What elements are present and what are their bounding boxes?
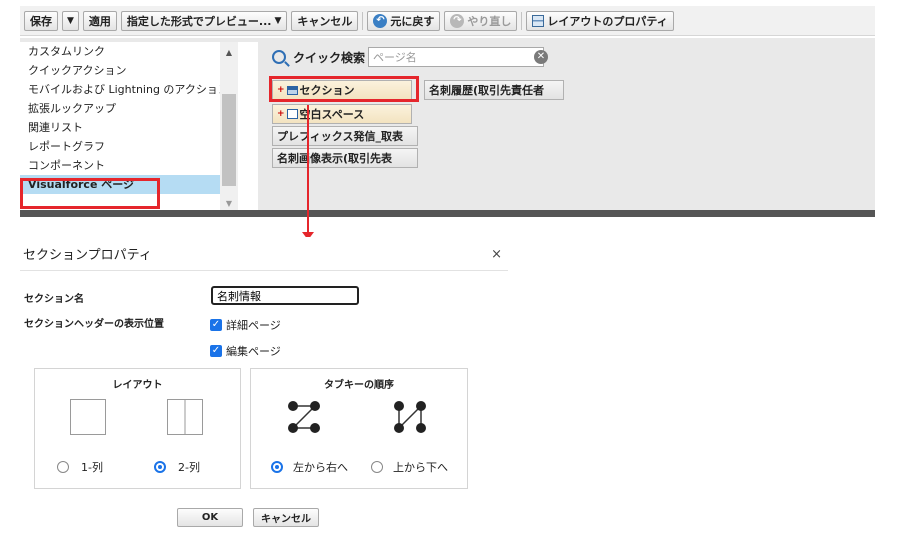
- redo-icon: ↷: [450, 13, 465, 28]
- clear-search-icon[interactable]: ✕: [534, 50, 548, 64]
- header-position-label: セクションヘッダーの表示位置: [24, 319, 164, 330]
- palette-item-blank-space[interactable]: + 空白スペース: [272, 104, 412, 124]
- layout-properties-icon: [532, 14, 545, 27]
- tab-order-panel: タブキーの順序 左から右へ 上から下へ: [250, 368, 468, 489]
- section-highlight-box: [269, 76, 419, 102]
- left-to-right-order-icon[interactable]: [285, 399, 323, 435]
- radio-1col[interactable]: [57, 461, 69, 473]
- palette-item-card-history[interactable]: 名刺履歴(取引先責任者: [424, 80, 564, 100]
- chevron-down-icon: ▼: [274, 15, 282, 26]
- edit-page-label: 編集ページ: [226, 345, 281, 358]
- cancel-button[interactable]: キャンセル: [291, 10, 359, 31]
- cancel-button-label: キャンセル: [297, 14, 353, 28]
- apply-button-label: 適用: [88, 14, 111, 28]
- tab-order-panel-title: タブキーの順序: [324, 380, 394, 391]
- undo-icon: ↶: [373, 13, 388, 28]
- dialog-header: セクションプロパティ ×: [20, 237, 508, 271]
- quick-search: クイック検索: [272, 47, 545, 67]
- category-scrollbar[interactable]: ▲ ▼: [220, 42, 238, 210]
- drag-plus-icon: +: [277, 109, 285, 119]
- one-column-icon[interactable]: [70, 399, 106, 435]
- detail-page-checkbox-row[interactable]: ✓ 詳細ページ: [210, 317, 281, 333]
- save-button[interactable]: 保存: [24, 10, 58, 31]
- layout-option-1col[interactable]: 1-列: [57, 459, 103, 475]
- layout-properties-label: レイアウトのプロパティ: [547, 14, 668, 28]
- preview-button-label: 指定した形式でプレビュー...: [126, 14, 272, 28]
- undo-button-label: 元に戻す: [390, 14, 435, 28]
- quick-search-input[interactable]: [368, 47, 545, 67]
- layout-option-2col-label: 2-列: [178, 461, 200, 474]
- tab-order-tb-label: 上から下へ: [393, 461, 448, 474]
- section-name-input[interactable]: [211, 286, 359, 305]
- ok-button[interactable]: OK: [177, 508, 243, 527]
- palette-item-label: プレフィックス発信_取表: [277, 130, 403, 143]
- scroll-up-icon[interactable]: ▲: [220, 48, 238, 57]
- top-to-bottom-order-icon[interactable]: [391, 399, 429, 435]
- toolbar-divider: [521, 11, 523, 30]
- visualforce-highlight-box: [20, 178, 160, 209]
- tab-order-left-to-right[interactable]: 左から右へ: [271, 459, 348, 475]
- edit-page-checkbox[interactable]: ✓: [210, 345, 222, 357]
- tab-order-top-to-bottom[interactable]: 上から下へ: [371, 459, 448, 475]
- radio-left-to-right[interactable]: [271, 461, 283, 473]
- layout-option-1col-label: 1-列: [81, 461, 103, 474]
- field-palette: カスタムリンク クイックアクション モバイルおよび Lightning のアクシ…: [20, 38, 875, 217]
- close-icon[interactable]: ×: [491, 247, 502, 262]
- two-column-icon[interactable]: [167, 399, 203, 435]
- apply-button[interactable]: 適用: [82, 10, 117, 31]
- toolbar-divider: [362, 11, 364, 30]
- dialog-cancel-button[interactable]: キャンセル: [253, 508, 319, 527]
- layout-properties-button[interactable]: レイアウトのプロパティ: [526, 10, 674, 31]
- redo-button-label: やり直し: [467, 14, 512, 28]
- search-icon: [272, 50, 286, 64]
- palette-item-label: 名刺履歴(取引先責任者: [429, 84, 545, 97]
- radio-2col[interactable]: [154, 461, 166, 473]
- palette-item-card-image[interactable]: 名刺画像表示(取引先表: [272, 148, 418, 168]
- palette-item-label: 名刺画像表示(取引先表: [277, 152, 393, 165]
- undo-button[interactable]: ↶ 元に戻す: [367, 10, 441, 31]
- scroll-thumb[interactable]: [222, 94, 236, 186]
- section-name-label: セクション名: [24, 294, 84, 305]
- blank-space-icon: [286, 109, 298, 119]
- edit-page-checkbox-row[interactable]: ✓ 編集ページ: [210, 343, 281, 359]
- toolbar: 保存 ▼ 適用 指定した形式でプレビュー... ▼ キャンセル ↶ 元に戻す ↷…: [20, 6, 875, 36]
- palette-fields-area: クイック検索 ✕ + セクション 名刺履歴(取引先責任者 + 空白スペース プレ…: [256, 38, 875, 210]
- scroll-down-icon[interactable]: ▼: [220, 199, 238, 208]
- palette-item-label: 空白スペース: [299, 108, 365, 121]
- chevron-down-icon: ▼: [67, 15, 74, 26]
- section-properties-dialog: セクションプロパティ × セクション名 セクションヘッダーの表示位置 ✓ 詳細ペ…: [20, 237, 508, 543]
- palette-item-prefix[interactable]: プレフィックス発信_取表: [272, 126, 418, 146]
- radio-top-to-bottom[interactable]: [371, 461, 383, 473]
- quick-search-label: クイック検索: [293, 50, 366, 65]
- layout-panel: レイアウト 1-列 2-列: [34, 368, 241, 489]
- layout-option-2col[interactable]: 2-列: [154, 459, 200, 475]
- save-button-label: 保存: [30, 14, 52, 28]
- page-layout-editor: 保存 ▼ 適用 指定した形式でプレビュー... ▼ キャンセル ↶ 元に戻す ↷…: [0, 0, 919, 543]
- layout-panel-title: レイアウト: [112, 380, 163, 391]
- preview-as-button[interactable]: 指定した形式でプレビュー... ▼: [120, 10, 288, 31]
- annotation-connector-line: [307, 105, 309, 232]
- dialog-title: セクションプロパティ: [23, 248, 152, 263]
- tab-order-lr-label: 左から右へ: [293, 461, 348, 474]
- detail-page-label: 詳細ページ: [226, 319, 281, 332]
- save-dropdown-button[interactable]: ▼: [62, 10, 79, 31]
- redo-button[interactable]: ↷ やり直し: [444, 10, 518, 31]
- detail-page-checkbox[interactable]: ✓: [210, 319, 222, 331]
